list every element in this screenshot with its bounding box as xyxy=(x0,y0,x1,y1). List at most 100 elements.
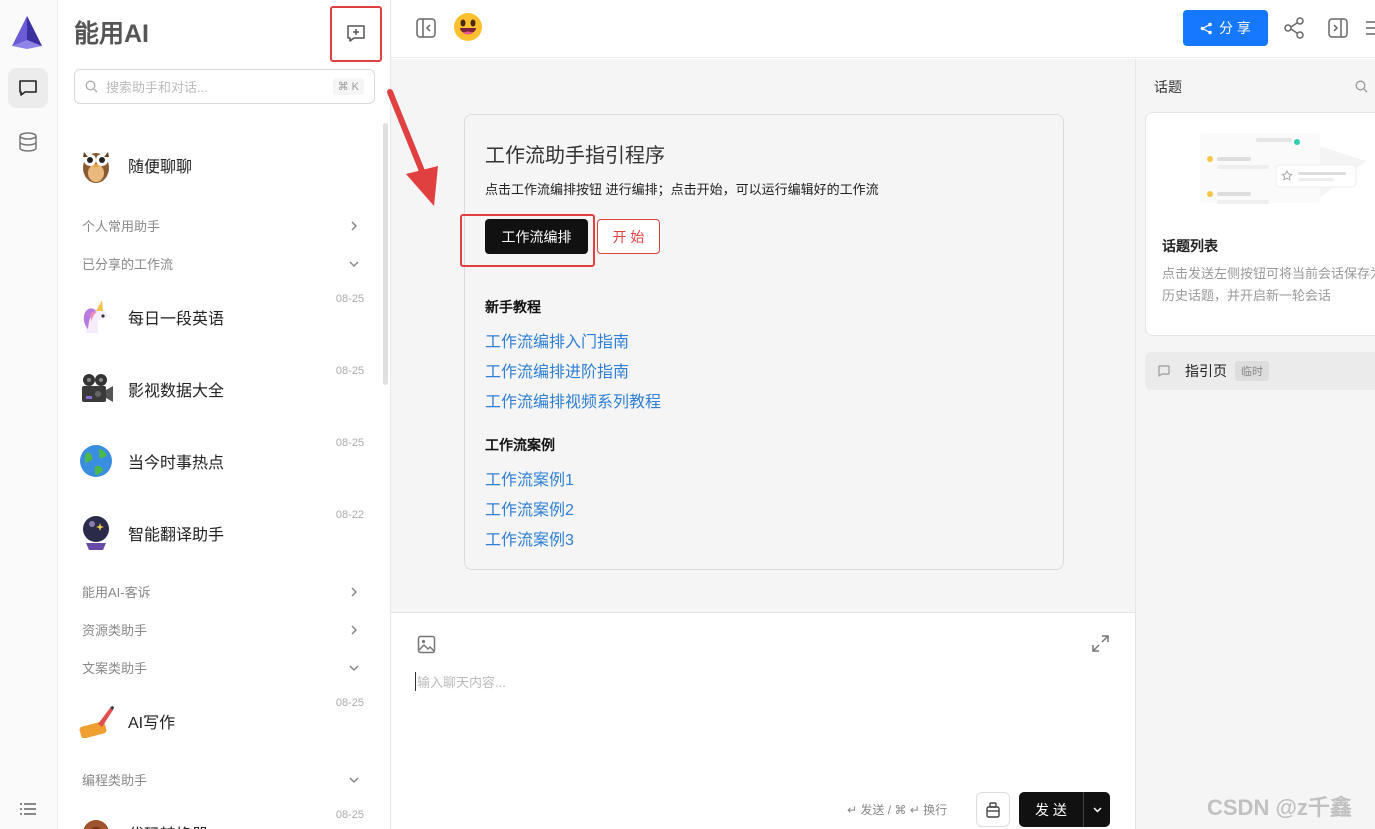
toggle-right-panel-icon[interactable] xyxy=(1327,17,1349,39)
chat-item-ai-writing[interactable]: AI写作 08-25 xyxy=(74,691,364,751)
tutorial-link[interactable]: 工作流编排入门指南 xyxy=(485,328,629,352)
group-personal[interactable]: 个人常用助手 xyxy=(82,216,360,235)
topics-card-title: 话题列表 xyxy=(1162,238,1218,254)
group-label: 文案类助手 xyxy=(82,661,148,676)
unicorn-avatar-icon xyxy=(74,295,118,339)
chevron-down-icon xyxy=(349,260,359,267)
more-menu-icon[interactable] xyxy=(1366,19,1375,37)
crystal-ball-avatar-icon xyxy=(74,511,118,555)
group-label: 个人常用助手 xyxy=(82,219,161,234)
chat-item-name: 代码转换器 xyxy=(128,821,208,829)
chat-item-name: 智能翻译助手 xyxy=(128,527,225,544)
new-chat-button[interactable] xyxy=(330,6,382,62)
group-label: 资源类助手 xyxy=(82,623,148,638)
case-link[interactable]: 工作流案例3 xyxy=(485,526,574,550)
chat-item-code-converter[interactable]: 代码转换器 08-25 xyxy=(74,803,364,829)
card-title: 工作流助手指引程序 xyxy=(485,145,665,167)
image-upload-icon[interactable] xyxy=(417,635,436,654)
group-complaints[interactable]: 能用AI-客诉 xyxy=(82,582,360,601)
expand-icon[interactable] xyxy=(1091,634,1110,653)
chat-item-movies[interactable]: 影视数据大全 08-25 xyxy=(74,359,364,419)
share-button[interactable]: 分 享 xyxy=(1183,10,1268,46)
menu-list-button[interactable] xyxy=(8,789,48,829)
clear-context-button[interactable] xyxy=(976,792,1010,827)
database-nav-button[interactable] xyxy=(8,122,48,162)
send-label: 发 送 xyxy=(1035,801,1067,818)
movie-camera-avatar-icon xyxy=(74,367,118,411)
chat-item-date: 08-25 xyxy=(335,437,364,449)
search-box[interactable]: 搜索助手和对话... ⌘ K xyxy=(74,69,375,104)
chevron-right-icon xyxy=(351,220,358,231)
chat-item-name: 影视数据大全 xyxy=(128,383,225,400)
case-link[interactable]: 工作流案例2 xyxy=(485,496,574,520)
chat-item-name: 每日一段英语 xyxy=(128,311,225,328)
chat-item-date: 08-25 xyxy=(335,293,364,305)
group-label: 能用AI-客诉 xyxy=(82,585,151,600)
group-resources[interactable]: 资源类助手 xyxy=(82,620,360,639)
new-message-icon xyxy=(347,25,365,42)
gear-avatar-icon xyxy=(74,811,118,829)
main-content: 工作流助手指引程序 点击工作流编排按钮 进行编排；点击开始，可以运行编辑好的工作… xyxy=(391,59,1135,612)
group-programming[interactable]: 编程类助手 xyxy=(82,770,360,789)
app-title: 能用AI xyxy=(74,20,150,48)
group-shared-workflows[interactable]: 已分享的工作流 xyxy=(82,254,360,273)
app-logo[interactable] xyxy=(10,14,44,50)
topics-card-description: 点击发送左侧按钮可将当前会话保存为历史话题，并开启新一轮会话 xyxy=(1162,266,1375,303)
left-rail xyxy=(0,0,58,829)
search-icon[interactable] xyxy=(1355,80,1368,93)
group-label: 编程类助手 xyxy=(82,773,148,788)
chat-item-date: 08-25 xyxy=(335,809,364,821)
sidebar: 能用AI 搜索助手和对话... ⌘ K 随便聊聊 个人常用助手 已分享的工作流 … xyxy=(58,0,391,829)
chat-item-news[interactable]: 当今时事热点 08-25 xyxy=(74,431,364,491)
group-copywriting[interactable]: 文案类助手 xyxy=(82,658,360,677)
tutorial-link[interactable]: 工作流编排进阶指南 xyxy=(485,358,629,382)
tutorial-link[interactable]: 工作流编排视频系列教程 xyxy=(485,388,661,412)
workflow-edit-button[interactable]: 工作流编排 xyxy=(485,219,588,254)
chat-item-date: 08-22 xyxy=(335,509,364,521)
chat-item-name: 当今时事热点 xyxy=(128,455,225,472)
topics-panel: 话题 话题列表 点击发送左侧按钮可将当前会话保存为历史话题，并开启新一轮会话 指… xyxy=(1135,59,1375,829)
tutorial-heading: 新手教程 xyxy=(485,299,541,315)
database-icon xyxy=(19,132,37,152)
search-icon xyxy=(85,80,98,93)
topic-temp-tag: 临时 xyxy=(1235,361,1269,381)
topic-name: 指引页 xyxy=(1185,363,1227,379)
send-shortcut-hint: ↵ 发送 / ⌘ ↵ 换行 xyxy=(847,803,948,817)
chat-item-english[interactable]: 每日一段英语 08-25 xyxy=(74,287,364,347)
collapse-sidebar-icon[interactable] xyxy=(415,17,437,39)
chat-item-date: 08-25 xyxy=(335,365,364,377)
group-label: 已分享的工作流 xyxy=(82,257,174,272)
list-icon xyxy=(20,803,36,815)
search-input[interactable]: 搜索助手和对话... xyxy=(106,77,333,96)
topics-heading: 话题 xyxy=(1154,79,1182,95)
writing-hand-avatar-icon xyxy=(74,699,118,743)
workflow-guide-card: 工作流助手指引程序 点击工作流编排按钮 进行编排；点击开始，可以运行编辑好的工作… xyxy=(460,114,1064,570)
send-options-toggle[interactable] xyxy=(1083,792,1110,827)
search-shortcut: ⌘ K xyxy=(332,78,364,95)
chat-item-random[interactable]: 随便聊聊 xyxy=(74,135,364,195)
chat-bubble-icon xyxy=(1158,365,1170,377)
chat-nav-button[interactable] xyxy=(8,68,48,108)
chat-item-translate[interactable]: 智能翻译助手 08-22 xyxy=(74,503,364,563)
chevron-right-icon xyxy=(351,586,358,597)
chat-item-date: 08-25 xyxy=(335,697,364,709)
chat-item-name: 随便聊聊 xyxy=(128,159,193,176)
broom-icon xyxy=(986,801,1000,818)
card-description: 点击工作流编排按钮 进行编排；点击开始，可以运行编辑好的工作流 xyxy=(485,182,879,197)
chevron-down-icon xyxy=(349,776,359,783)
topic-item-guide[interactable]: 指引页 临时 xyxy=(1145,352,1375,390)
chat-bubble-icon xyxy=(19,80,37,96)
topics-empty-card: 话题列表 点击发送左侧按钮可将当前会话保存为历史话题，并开启新一轮会话 xyxy=(1145,112,1375,336)
globe-avatar-icon xyxy=(74,439,118,483)
share-nodes-icon[interactable] xyxy=(1283,17,1305,39)
owl-avatar-icon xyxy=(74,143,118,187)
annotation-arrow-icon xyxy=(387,89,438,206)
chevron-right-icon xyxy=(351,624,358,635)
top-bar: 分 享 xyxy=(391,0,1375,58)
case-link[interactable]: 工作流案例1 xyxy=(485,466,574,490)
send-button[interactable]: 发 送 xyxy=(1019,792,1110,827)
cases-heading: 工作流案例 xyxy=(485,437,555,453)
grinning-emoji-icon[interactable] xyxy=(453,12,483,42)
chat-input[interactable]: 输入聊天内容... xyxy=(415,672,506,691)
start-button[interactable]: 开 始 xyxy=(597,219,660,254)
